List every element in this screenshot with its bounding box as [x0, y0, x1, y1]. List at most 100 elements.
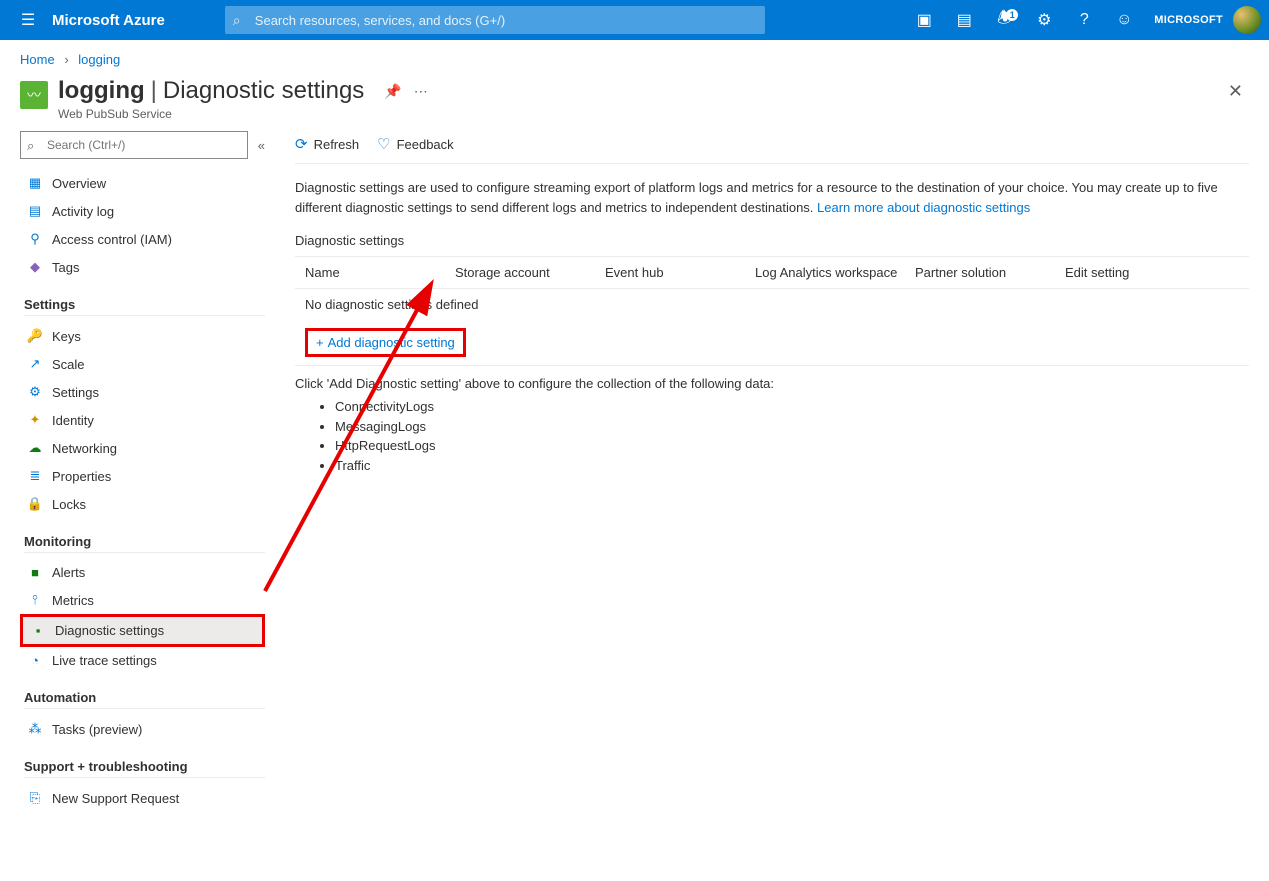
sidebar: ⌕ « ▦ Overview ▤ Activity log ⚲ Access contro… [20, 131, 265, 812]
nav-label: Networking [52, 441, 117, 456]
main-content: ⟳Refresh ♡Feedback Diagnostic settings a… [265, 131, 1249, 812]
nav-icon: 🔒 [26, 496, 44, 512]
nav-label: Live trace settings [52, 653, 157, 668]
page-header: 〰 logging|Diagnostic settings Web PubSub… [0, 73, 1269, 131]
nav-label: Identity [52, 413, 94, 428]
nav-icon: ⁂ [26, 721, 44, 737]
sidebar-item-keys[interactable]: 🔑Keys [20, 322, 265, 350]
nav-icon: ⚙ [26, 384, 44, 400]
add-diagnostic-highlight: +Add diagnostic setting [305, 328, 466, 357]
sidebar-item-new-support-request[interactable]: ⎘ New Support Request [20, 784, 265, 812]
nav-label: Scale [52, 357, 85, 372]
data-types-list: ConnectivityLogsMessagingLogsHttpRequest… [335, 397, 1249, 475]
sidebar-item-alerts[interactable]: ■ Alerts [20, 559, 265, 586]
search-icon: ⌕ [233, 12, 241, 29]
nav-icon: ≣ [26, 468, 44, 484]
user-avatar[interactable] [1233, 6, 1261, 34]
directories-icon[interactable]: ▤ [944, 10, 984, 30]
sidebar-item-scale[interactable]: ↗Scale [20, 350, 265, 378]
nav-group-monitoring: Monitoring [24, 534, 265, 553]
sidebar-item-metrics[interactable]: ⫯Metrics [20, 586, 265, 614]
plus-icon: + [316, 335, 324, 350]
sidebar-item-locks[interactable]: 🔒 Locks [20, 490, 265, 518]
col-partner-solution: Partner solution [915, 265, 1065, 280]
sidebar-item-tasks-preview-[interactable]: ⁂ Tasks (preview) [20, 715, 265, 743]
refresh-button[interactable]: ⟳Refresh [295, 135, 359, 153]
sidebar-item-identity[interactable]: ✦ Identity [20, 406, 265, 434]
sidebar-item-activity-log[interactable]: ▤ Activity log [20, 197, 265, 225]
data-type-item: ConnectivityLogs [335, 397, 1249, 417]
nav-label: Tasks (preview) [52, 722, 142, 737]
breadcrumb-sep: › [64, 52, 68, 67]
col-name: Name [305, 265, 455, 280]
col-log-analytics-workspace: Log Analytics workspace [755, 265, 915, 280]
close-button[interactable]: ✕ [1222, 77, 1249, 106]
global-search-wrap: ⌕ [225, 6, 765, 34]
nav-search-input[interactable] [20, 131, 248, 159]
nav-icon: ◔ [26, 653, 44, 668]
nav-icon: ⚲ [26, 231, 44, 247]
sidebar-item-networking[interactable]: ☁ Networking [20, 434, 265, 462]
global-search-input[interactable] [225, 6, 765, 34]
refresh-icon: ⟳ [295, 135, 308, 153]
nav-label: New Support Request [52, 791, 179, 806]
sidebar-item-overview[interactable]: ▦ Overview [20, 169, 265, 197]
learn-more-link[interactable]: Learn more about diagnostic settings [817, 200, 1030, 215]
sidebar-item-live-trace-settings[interactable]: ◔ Live trace settings [20, 647, 265, 674]
nav-label: Activity log [52, 204, 114, 219]
nav-icon: ▤ [26, 203, 44, 219]
resource-name: logging [58, 77, 145, 104]
menu-icon[interactable]: ☰ [8, 10, 48, 30]
nav-search-icon: ⌕ [27, 138, 34, 154]
feedback-top-icon[interactable]: ☺ [1104, 11, 1144, 29]
nav-label: Access control (IAM) [52, 232, 172, 247]
data-type-item: MessagingLogs [335, 417, 1249, 437]
add-diagnostic-link[interactable]: +Add diagnostic setting [316, 335, 455, 350]
nav-icon: 🔑 [26, 328, 44, 344]
nav-icon: ⎘ [26, 790, 44, 806]
col-event-hub: Event hub [605, 265, 755, 280]
table-header-row: NameStorage accountEvent hubLog Analytic… [295, 257, 1249, 289]
nav-icon: ⫯ [26, 592, 44, 608]
sidebar-item-access-control-iam-[interactable]: ⚲ Access control (IAM) [20, 225, 265, 253]
pin-icon[interactable]: 📌 [384, 83, 401, 100]
tenant-label: MICROSOFT [1154, 14, 1223, 26]
sidebar-item-settings[interactable]: ⚙ Settings [20, 378, 265, 406]
help-icon[interactable]: ? [1064, 11, 1104, 29]
nav-label: Tags [52, 260, 79, 275]
breadcrumb-current[interactable]: logging [78, 52, 120, 67]
nav-label: Diagnostic settings [55, 623, 164, 638]
data-type-item: HttpRequestLogs [335, 436, 1249, 456]
sidebar-item-properties[interactable]: ≣Properties [20, 462, 265, 490]
nav-label: Overview [52, 176, 106, 191]
col-edit-setting: Edit setting [1065, 265, 1215, 280]
nav-group-support-troubleshooting: Support + troubleshooting [24, 759, 265, 778]
sidebar-item-tags[interactable]: ◆ Tags [20, 253, 265, 281]
nav-label: Settings [52, 385, 99, 400]
nav-icon: ■ [26, 565, 44, 580]
nav-label: Alerts [52, 565, 85, 580]
nav-icon: ◆ [26, 259, 44, 275]
description-text: Diagnostic settings are used to configur… [295, 178, 1249, 217]
feedback-button[interactable]: ♡Feedback [377, 135, 454, 153]
brand-label[interactable]: Microsoft Azure [52, 12, 165, 29]
nav-icon: ✦ [26, 412, 44, 428]
col-storage-account: Storage account [455, 265, 605, 280]
nav-icon: ▦ [26, 175, 44, 191]
diagnostic-table: NameStorage accountEvent hubLog Analytic… [295, 256, 1249, 366]
hint-text: Click 'Add Diagnostic setting' above to … [295, 376, 1249, 391]
empty-state-text: No diagnostic settings defined [305, 297, 1215, 312]
breadcrumb: Home › logging [0, 40, 1269, 73]
nav-label: Locks [52, 497, 86, 512]
cloud-shell-icon[interactable]: ▣ [904, 10, 944, 30]
section-name: Diagnostic settings [163, 77, 364, 104]
sidebar-item-diagnostic-settings[interactable]: ▪Diagnostic settings [20, 614, 265, 647]
settings-icon[interactable]: ⚙ [1024, 10, 1064, 30]
nav-group-automation: Automation [24, 690, 265, 709]
notifications-icon[interactable]: 🕭1 [984, 7, 1024, 34]
collapse-sidebar-icon[interactable]: « [258, 138, 265, 153]
more-icon[interactable]: ⋯ [414, 83, 428, 100]
breadcrumb-home[interactable]: Home [20, 52, 55, 67]
section-title: Diagnostic settings [295, 233, 1249, 248]
nav-icon: ☁ [26, 440, 44, 456]
